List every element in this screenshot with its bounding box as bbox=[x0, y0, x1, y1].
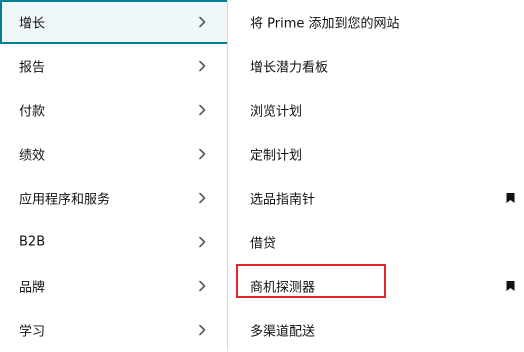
bookmark-icon[interactable] bbox=[506, 281, 515, 292]
chevron-right-icon bbox=[199, 60, 206, 72]
submenu-item-selection-compass[interactable]: 选品指南针 bbox=[228, 176, 524, 220]
menu-item-label: 报告 bbox=[19, 60, 46, 76]
menu-item-label: 绩效 bbox=[19, 148, 46, 164]
submenu-item-label: 商机探测器 bbox=[250, 280, 316, 296]
submenu-item-label: 将 Prime 添加到您的网站 bbox=[250, 16, 400, 32]
main-navigation-menu: 增长 报告 付款 绩效 应用程序和服务 B2B 品牌 学习 bbox=[0, 0, 228, 351]
submenu-item-add-prime[interactable]: 将 Prime 添加到您的网站 bbox=[228, 0, 524, 44]
submenu-item-lending[interactable]: 借贷 bbox=[228, 220, 524, 264]
menu-item-label: 付款 bbox=[19, 104, 46, 120]
chevron-right-icon bbox=[199, 236, 206, 248]
submenu-item-label: 浏览计划 bbox=[250, 104, 303, 120]
chevron-right-icon bbox=[199, 16, 206, 28]
submenu-item-custom-programs[interactable]: 定制计划 bbox=[228, 132, 524, 176]
menu-item-label: 学习 bbox=[19, 324, 46, 340]
submenu-item-label: 选品指南针 bbox=[250, 192, 316, 208]
submenu-item-label: 定制计划 bbox=[250, 148, 303, 164]
submenu-item-opportunity-explorer[interactable]: 商机探测器 bbox=[228, 264, 524, 308]
bookmark-icon[interactable] bbox=[506, 193, 515, 204]
menu-item-label: 品牌 bbox=[19, 280, 46, 296]
menu-item-learn[interactable]: 学习 bbox=[0, 308, 227, 352]
submenu-item-label: 增长潜力看板 bbox=[250, 60, 329, 76]
chevron-right-icon bbox=[199, 104, 206, 116]
submenu-item-browse-programs[interactable]: 浏览计划 bbox=[228, 88, 524, 132]
menu-item-reports[interactable]: 报告 bbox=[0, 44, 227, 88]
menu-item-performance[interactable]: 绩效 bbox=[0, 132, 227, 176]
growth-submenu: 将 Prime 添加到您的网站 增长潜力看板 浏览计划 定制计划 选品指南针 借… bbox=[228, 0, 524, 351]
chevron-right-icon bbox=[199, 148, 206, 160]
menu-item-label: 增长 bbox=[19, 16, 46, 32]
submenu-item-growth-dashboard[interactable]: 增长潜力看板 bbox=[228, 44, 524, 88]
menu-item-label: B2B bbox=[19, 234, 46, 250]
submenu-item-label: 借贷 bbox=[250, 236, 277, 252]
menu-item-apps-services[interactable]: 应用程序和服务 bbox=[0, 176, 227, 220]
submenu-item-label: 多渠道配送 bbox=[250, 324, 316, 340]
submenu-item-multi-channel-fulfillment[interactable]: 多渠道配送 bbox=[228, 308, 524, 352]
chevron-right-icon bbox=[199, 280, 206, 292]
menu-item-b2b[interactable]: B2B bbox=[0, 220, 227, 264]
menu-item-payments[interactable]: 付款 bbox=[0, 88, 227, 132]
chevron-right-icon bbox=[199, 192, 206, 204]
menu-item-brand[interactable]: 品牌 bbox=[0, 264, 227, 308]
menu-item-label: 应用程序和服务 bbox=[19, 192, 111, 208]
menu-item-growth[interactable]: 增长 bbox=[0, 0, 227, 44]
chevron-right-icon bbox=[199, 324, 206, 336]
